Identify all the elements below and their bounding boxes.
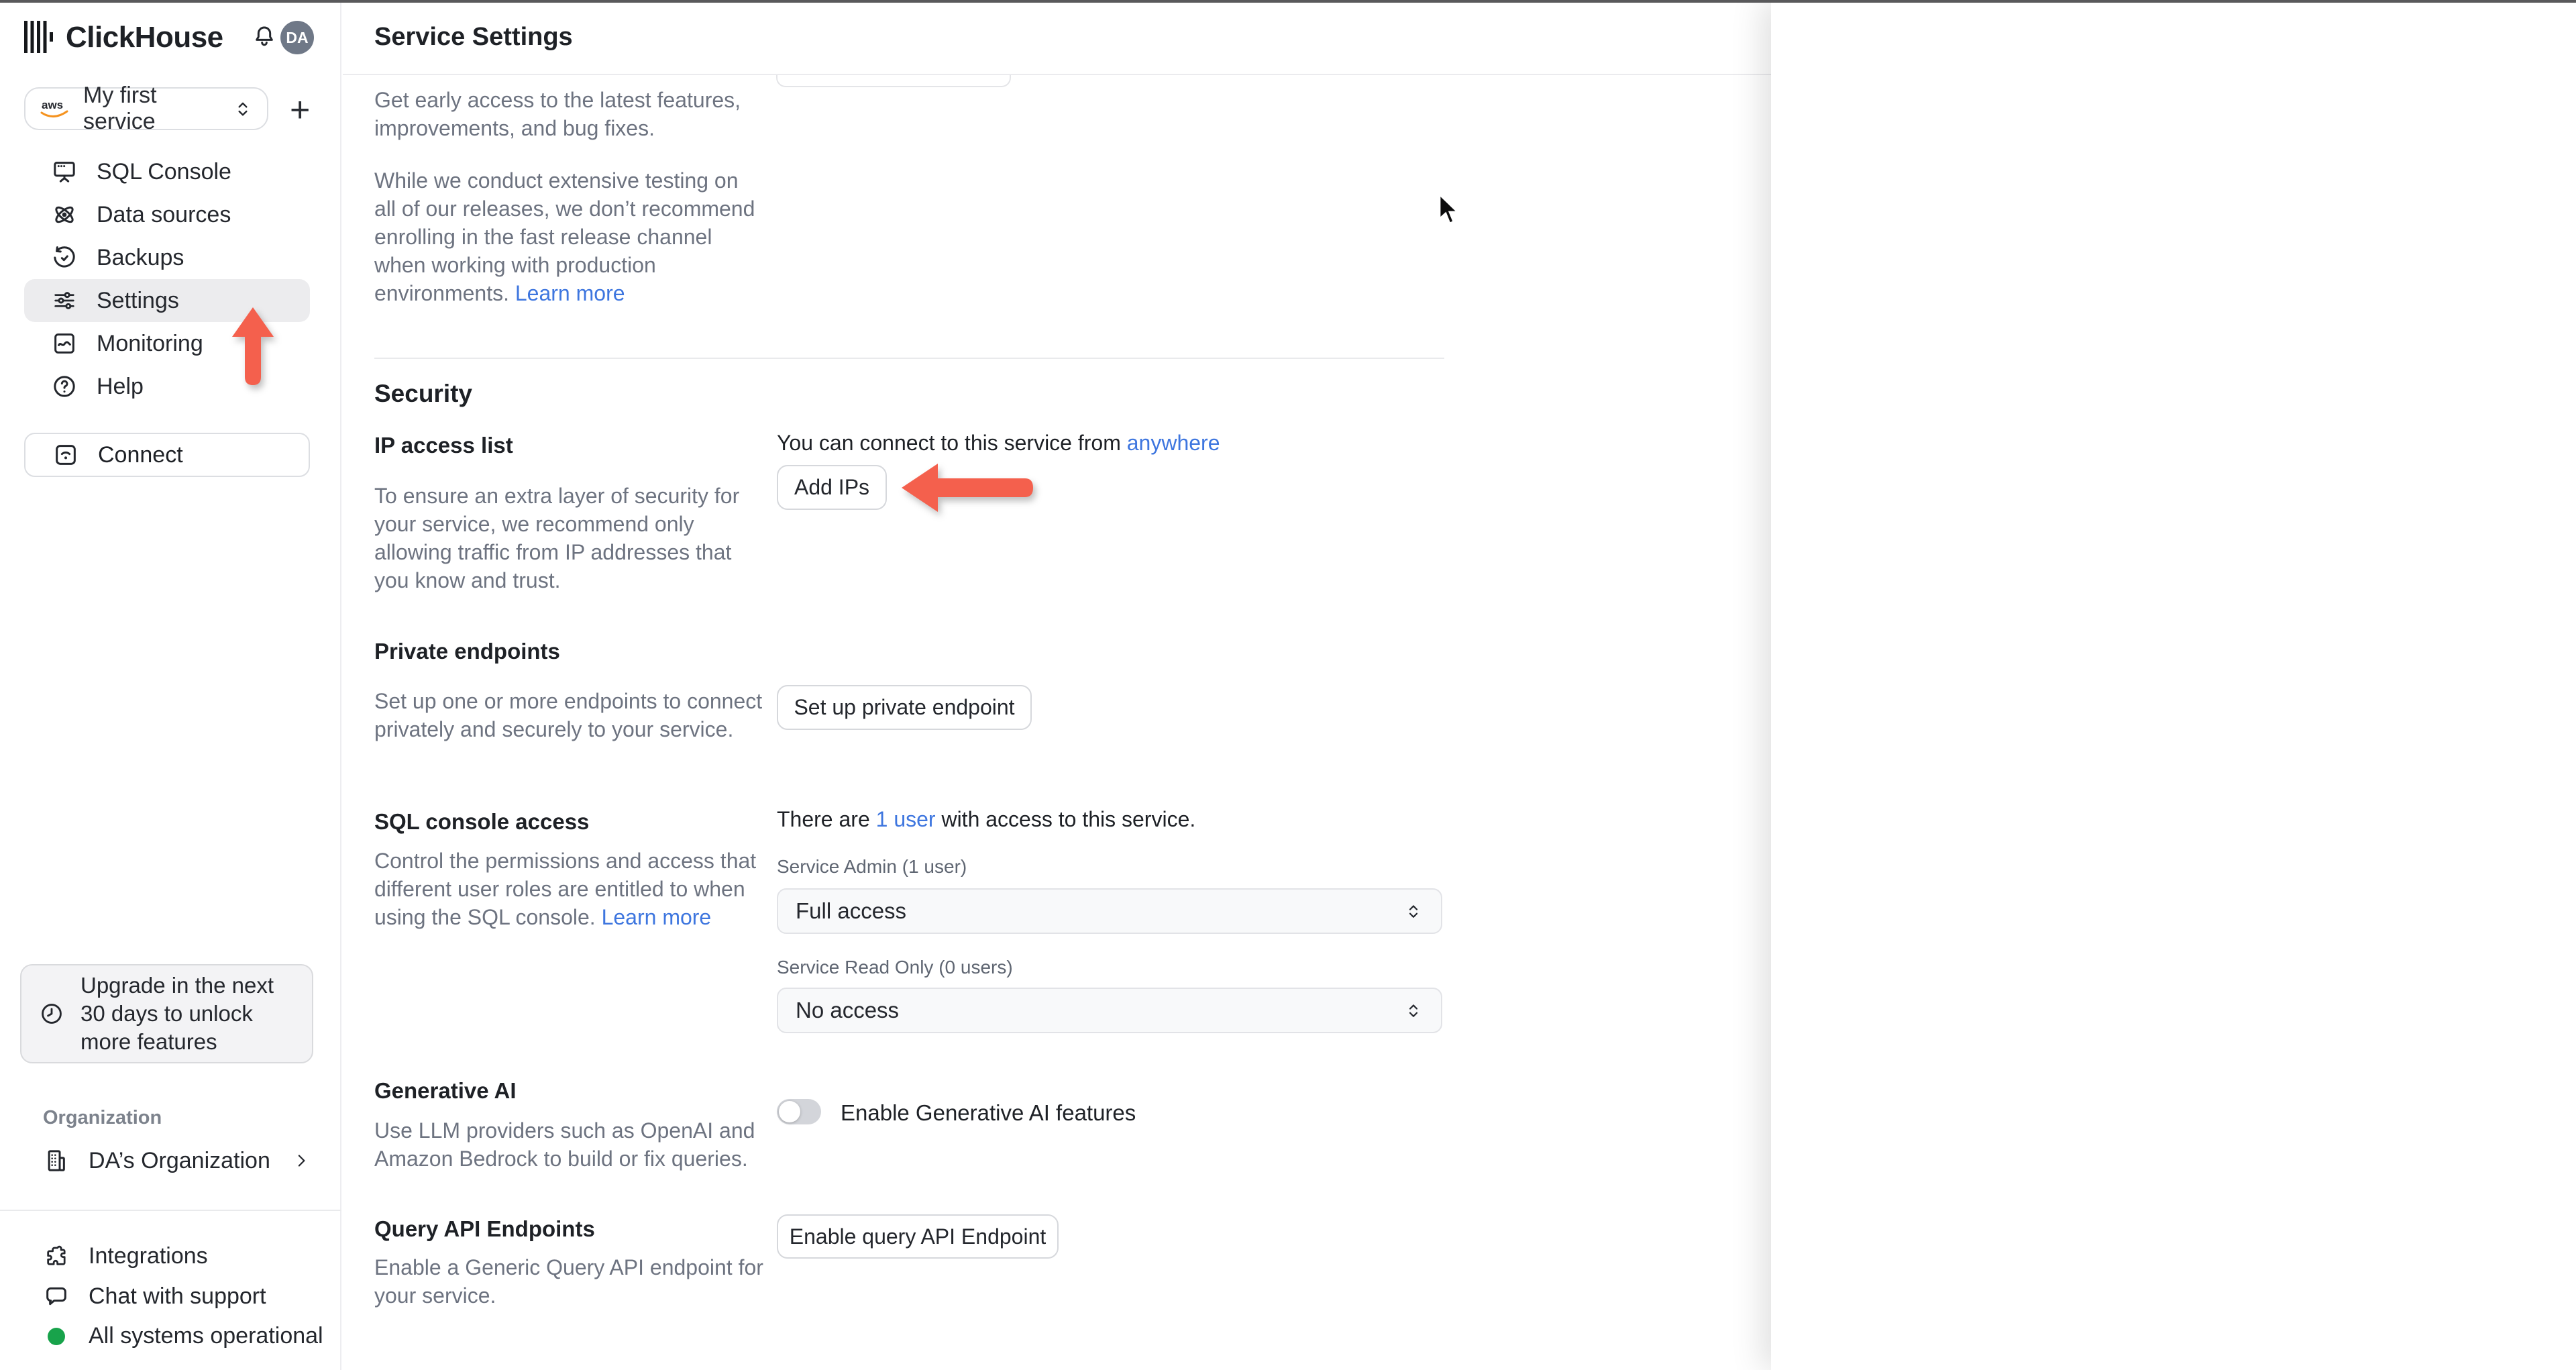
service-admin-select[interactable]: Full access [777,888,1442,934]
sidebar-item-label: Data sources [97,201,231,227]
release-channel-select-cutoff[interactable] [776,75,1011,87]
page-title: Service Settings [374,23,573,51]
connect-icon [52,441,79,468]
release-channel-note: While we conduct extensive testing on al… [374,166,763,307]
sql-access-learn-more-link[interactable]: Learn more [602,905,712,929]
service-readonly-select[interactable]: No access [777,988,1442,1033]
backups-history-icon [51,244,78,271]
notifications-bell-icon[interactable] [251,24,278,51]
sidebar: ClickHouse DA aws My first service + SQL… [0,0,341,1370]
release-channel-intro: Get early access to the latest features,… [374,88,741,140]
svg-text:aws: aws [42,99,63,111]
chevron-updown-icon [1403,901,1424,921]
integrations-puzzle-icon [43,1243,70,1269]
clock-icon [39,1001,64,1026]
sidebar-item-label: Backups [97,244,184,270]
main-content: Service Settings Get early access to the… [343,0,1771,1370]
clickhouse-logo-icon [24,21,54,53]
aws-provider-icon: aws [39,97,71,120]
sidebar-item-label: Settings [97,287,179,313]
one-user-link[interactable]: 1 user [876,807,936,831]
sql-console-icon [51,158,78,185]
release-learn-more-link[interactable]: Learn more [515,281,625,305]
chevron-updown-icon [1403,1000,1424,1020]
sidebar-item-integrations[interactable]: Integrations [43,1243,208,1269]
ip-access-status: You can connect to this service from any… [777,431,1220,456]
private-endpoints-title: Private endpoints [374,639,560,664]
upgrade-text: Upgrade in the next 30 days to unlock mo… [80,973,274,1054]
organization-name: DA’s Organization [89,1147,270,1173]
status-green-dot-icon [43,1327,70,1345]
ip-access-status-text: You can connect to this service from [777,431,1127,455]
query-api-title: Query API Endpoints [374,1216,595,1241]
sql-access-status: There are 1 user with access to this ser… [777,807,1195,832]
chevron-right-icon [291,1151,311,1171]
annotation-arrow-left [902,458,1033,521]
annotation-arrow-up [229,307,276,388]
generative-ai-description: Use LLM providers such as OpenAI and Ama… [374,1118,755,1171]
sql-access-status-prefix: There are [777,807,876,831]
private-endpoints-description: Set up one or more endpoints to connect … [374,689,763,741]
sidebar-divider [0,1210,341,1211]
organization-item[interactable]: DA’s Organization [43,1147,311,1174]
mouse-cursor [1437,192,1466,231]
generative-ai-title: Generative AI [374,1078,517,1103]
service-admin-label: Service Admin (1 user) [777,856,967,877]
sidebar-item-backups[interactable]: Backups [24,236,310,279]
sidebar-item-label: Chat with support [89,1283,266,1309]
chat-bubble-icon [43,1283,70,1310]
security-heading: Security [374,380,473,407]
connect-label: Connect [98,441,183,468]
system-status[interactable]: All systems operational [43,1323,323,1349]
help-icon [51,373,78,400]
section-divider [374,358,1444,359]
service-readonly-value: No access [796,998,900,1022]
avatar[interactable]: DA [280,21,314,54]
organization-section-label: Organization [43,1107,162,1128]
organization-building-icon [43,1147,70,1174]
ip-access-list-panel: IP Access List To ensure an extra layer … [1771,0,2576,1370]
enable-query-api-button[interactable]: Enable query API Endpoint [777,1214,1059,1259]
generative-ai-toggle[interactable] [777,1099,821,1124]
sidebar-item-label: Monitoring [97,330,203,356]
sql-console-access-title: SQL console access [374,809,590,834]
upgrade-notice[interactable]: Upgrade in the next 30 days to unlock mo… [20,964,313,1063]
connect-button[interactable]: Connect [24,433,310,477]
chevron-updown-icon [232,98,254,119]
brand-title: ClickHouse [66,21,223,54]
query-api-description: Enable a Generic Query API endpoint for … [374,1255,763,1308]
generative-ai-toggle-label: Enable Generative AI features [841,1100,1136,1125]
service-name: My first service [83,83,157,134]
add-ips-button[interactable]: Add IPs [777,465,887,510]
service-selector[interactable]: aws My first service [24,83,268,134]
screen-top-edge [0,0,2576,3]
main-header: Service Settings [343,0,1771,75]
sidebar-item-data-sources[interactable]: Data sources [24,193,310,236]
status-label: All systems operational [89,1323,323,1349]
sidebar-item-sql-console[interactable]: SQL Console [24,150,310,193]
toggle-knob [779,1101,800,1122]
sidebar-item-chat-support[interactable]: Chat with support [43,1283,266,1310]
ip-access-list-title: IP access list [374,433,513,458]
sidebar-item-label: Help [97,373,144,399]
service-readonly-label: Service Read Only (0 users) [777,957,1013,978]
anywhere-link[interactable]: anywhere [1127,431,1220,455]
data-sources-icon [51,201,78,228]
service-admin-value: Full access [796,898,907,923]
monitoring-chart-icon [51,330,78,357]
sql-access-status-suffix: with access to this service. [935,807,1196,831]
setup-private-endpoint-button[interactable]: Set up private endpoint [777,685,1032,730]
settings-sliders-icon [51,287,78,314]
add-service-button[interactable]: + [290,90,310,130]
sql-access-description: Control the permissions and access that … [374,847,757,931]
sidebar-item-label: SQL Console [97,158,231,185]
sidebar-item-label: Integrations [89,1243,208,1269]
clickhouse-cloud-app: ClickHouse DA aws My first service + SQL… [0,0,2576,1370]
ip-access-description: To ensure an extra layer of security for… [374,484,740,592]
